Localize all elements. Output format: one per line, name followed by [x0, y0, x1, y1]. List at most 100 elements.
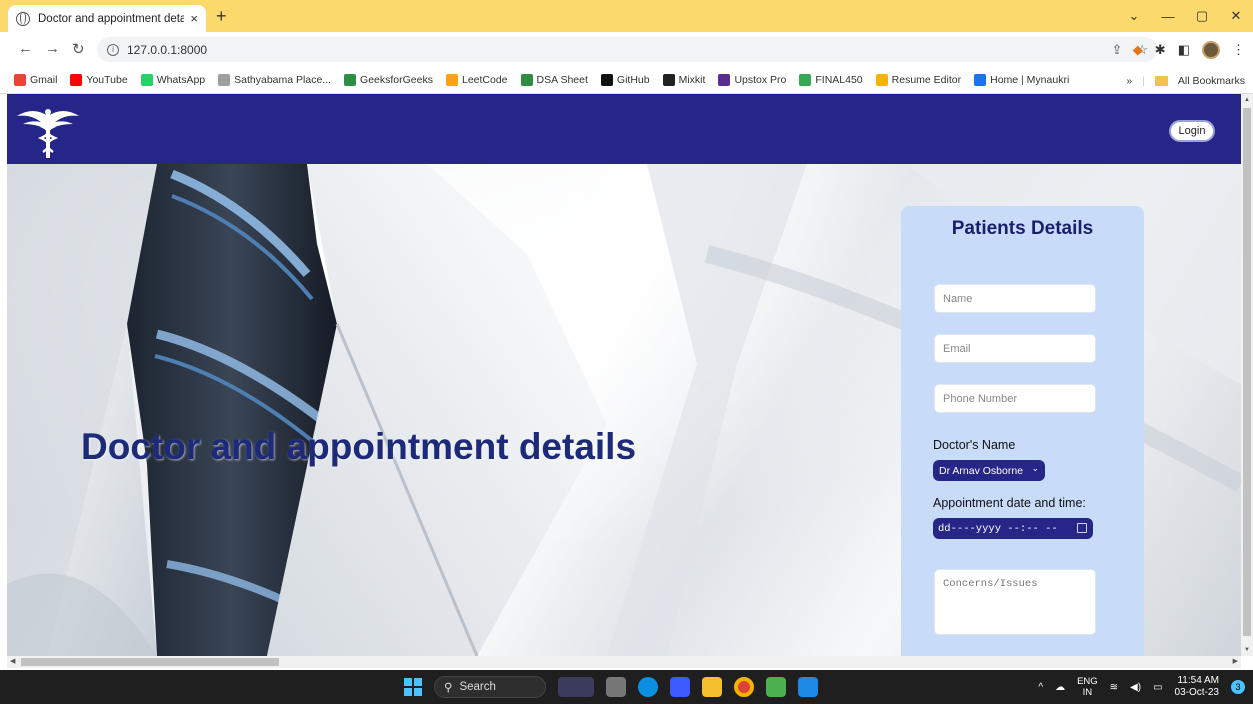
bookmark-label: YouTube — [86, 74, 128, 86]
clock-date: 03-Oct-23 — [1174, 687, 1219, 698]
clock[interactable]: 11:54 AM 03-Oct-23 — [1175, 675, 1219, 699]
vscode-icon[interactable] — [798, 677, 818, 697]
windows-start-icon[interactable] — [404, 678, 422, 696]
bookmark-favicon-icon — [445, 74, 458, 86]
all-bookmarks-link[interactable]: All Bookmarks — [1178, 75, 1245, 87]
bookmark-item[interactable]: FINAL450 — [799, 74, 863, 86]
bookmark-item[interactable]: DSA Sheet — [520, 74, 588, 86]
bookmark-item[interactable]: GitHub — [600, 74, 650, 86]
email-input[interactable] — [934, 334, 1096, 363]
volume-icon[interactable]: ◀) — [1130, 682, 1141, 693]
window-controls: ⌄ — ▢ ✕ — [1117, 0, 1253, 32]
globe-icon — [16, 11, 30, 26]
bookmark-label: GeeksforGeeks — [360, 74, 433, 86]
bookmark-label: Upstox Pro — [734, 74, 787, 86]
bookmark-favicon-icon — [140, 74, 153, 86]
bookmark-favicon-icon — [875, 74, 888, 86]
file-explorer-icon[interactable] — [702, 677, 722, 697]
appointment-datetime-input[interactable]: dd----yyyy --:-- -- — [933, 518, 1093, 539]
bookmark-favicon-icon — [14, 74, 26, 86]
clock-time: 11:54 AM — [1177, 675, 1219, 686]
bookmark-item[interactable]: LeetCode — [445, 74, 508, 86]
address-bar[interactable]: i 127.0.0.1:8000 — [97, 37, 1157, 62]
name-input[interactable] — [934, 284, 1096, 313]
bookmark-item[interactable]: GeeksforGeeks — [344, 74, 433, 86]
restore-icon[interactable]: ▢ — [1185, 8, 1219, 24]
caduceus-logo-icon — [17, 109, 79, 158]
bookmark-item[interactable]: Upstox Pro — [718, 74, 786, 86]
calendar-icon[interactable] — [1077, 523, 1087, 533]
more-bookmarks-icon[interactable]: » — [1126, 75, 1132, 87]
edge-icon[interactable] — [638, 677, 658, 697]
folder-icon — [1154, 75, 1168, 86]
phone-number-input[interactable] — [934, 384, 1096, 413]
notepad-icon[interactable] — [766, 677, 786, 697]
battery-icon[interactable]: ▭ — [1153, 682, 1162, 693]
tab-close-icon[interactable]: × — [190, 11, 198, 26]
chrome-icon[interactable] — [734, 677, 754, 697]
scroll-up-icon[interactable]: ▲ — [1244, 97, 1250, 103]
bookmark-item[interactable]: Gmail — [14, 74, 57, 86]
taskbar-search[interactable]: ⚲ Search — [434, 676, 546, 698]
browser-tab[interactable]: Doctor and appointment details × — [8, 5, 206, 32]
site-header: Login — [7, 94, 1241, 164]
bookmark-item[interactable]: Sathyabama Place... — [218, 74, 331, 86]
metamask-icon[interactable]: ◆ — [1133, 42, 1143, 58]
back-icon[interactable]: ← — [18, 40, 33, 57]
onedrive-icon[interactable]: ☁ — [1055, 682, 1065, 693]
bookmark-label: FINAL450 — [815, 74, 863, 86]
horizontal-scroll-thumb[interactable] — [21, 658, 279, 666]
bookmark-favicon-icon — [662, 74, 675, 86]
bookmark-label: Sathyabama Place... — [234, 74, 332, 86]
menu-kebab-icon[interactable]: ⋮ — [1232, 42, 1245, 58]
site-info-icon[interactable]: i — [107, 43, 119, 56]
minimize-icon[interactable]: — — [1151, 9, 1185, 24]
vertical-scrollbar[interactable]: ▲ ▼ — [1241, 94, 1253, 656]
tab-search-icon[interactable]: ⌄ — [1117, 8, 1151, 24]
scroll-left-icon[interactable]: ◀ — [10, 657, 15, 665]
vertical-scroll-thumb[interactable] — [1243, 108, 1251, 636]
bookmark-item[interactable]: Resume Editor — [875, 74, 961, 86]
reload-icon[interactable]: ↻ — [72, 40, 85, 58]
browser-toolbar: ← → ↻ i 127.0.0.1:8000 ⇪ ☆ ◆ ✱ ◧ ⋮ — [0, 32, 1253, 67]
side-panel-icon[interactable]: ◧ — [1178, 42, 1190, 58]
form-title: Patients Details — [951, 218, 1094, 239]
page-viewport: Login Doctor and appointment details Pat… — [7, 94, 1241, 656]
wifi-icon[interactable]: ≋ — [1110, 682, 1118, 693]
bookmarks-bar-right: » | All Bookmarks — [1126, 74, 1245, 87]
scroll-right-icon[interactable]: ▶ — [1233, 657, 1238, 665]
bookmark-favicon-icon — [718, 74, 731, 86]
bookmark-favicon-icon — [799, 74, 812, 86]
close-window-icon[interactable]: ✕ — [1219, 8, 1253, 24]
notification-badge[interactable]: 3 — [1231, 680, 1245, 694]
bookmark-item[interactable]: Home | Mynaukri — [974, 74, 1069, 86]
chevron-down-icon: ⌄ — [1031, 463, 1039, 473]
profile-avatar[interactable] — [1202, 40, 1220, 59]
doctor-select-value: Dr Arnav Osborne — [939, 464, 1024, 477]
datetime-value: dd----yyyy --:-- -- — [938, 522, 1058, 535]
bookmark-favicon-icon — [600, 74, 613, 86]
bookmark-item[interactable]: Mixkit — [662, 74, 705, 86]
bookmark-item[interactable]: YouTube — [70, 74, 128, 86]
browser-tab-strip: Doctor and appointment details × + ⌄ — ▢… — [0, 0, 1253, 32]
bookmark-favicon-icon — [344, 74, 357, 86]
extensions-puzzle-icon[interactable]: ✱ — [1155, 42, 1166, 58]
bookmark-favicon-icon — [974, 74, 987, 86]
share-icon[interactable]: ⇪ — [1111, 42, 1122, 58]
bookmark-item[interactable]: WhatsApp — [140, 74, 205, 86]
concerns-textarea[interactable] — [934, 569, 1096, 635]
doctor-select[interactable]: Dr Arnav Osborne ⌄ — [933, 460, 1045, 481]
app-icon[interactable] — [670, 677, 690, 697]
lang-line2: IN — [1082, 687, 1093, 698]
language-indicator[interactable]: ENG IN — [1077, 676, 1098, 698]
bookmark-label: Gmail — [30, 74, 58, 86]
horizontal-scrollbar[interactable]: ◀ ▶ — [7, 656, 1241, 668]
url-text: 127.0.0.1:8000 — [127, 42, 208, 57]
login-button[interactable]: Login — [1169, 120, 1215, 142]
forward-icon[interactable]: → — [45, 40, 60, 57]
widgets-icon[interactable] — [558, 677, 594, 697]
task-view-icon[interactable] — [606, 677, 626, 697]
new-tab-button[interactable]: + — [216, 6, 227, 27]
scroll-down-icon[interactable]: ▼ — [1244, 647, 1250, 653]
show-hidden-icons-icon[interactable]: ^ — [1038, 682, 1043, 693]
